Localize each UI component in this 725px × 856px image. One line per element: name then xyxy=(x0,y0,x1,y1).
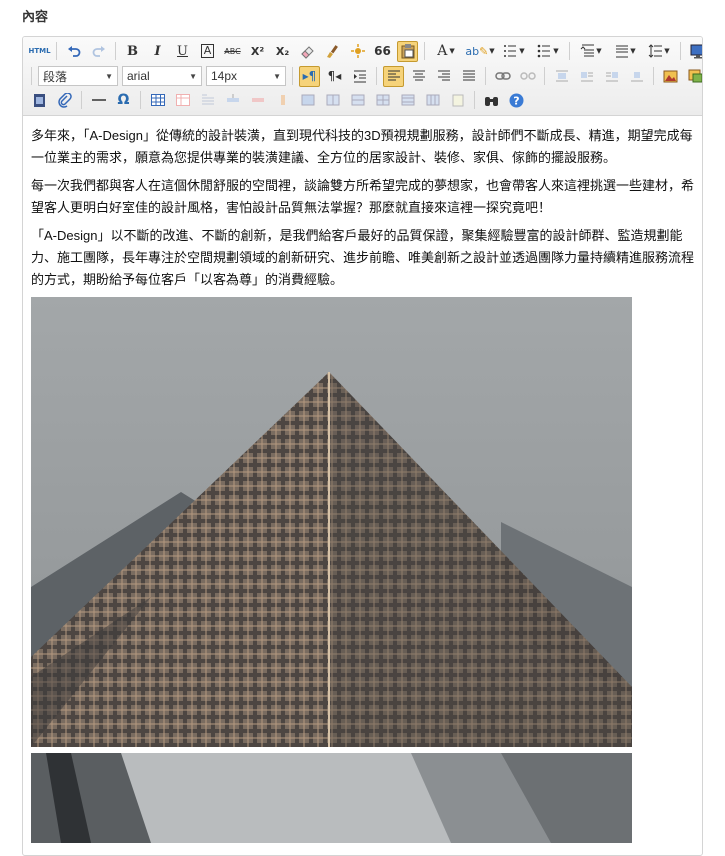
align-left-icon[interactable] xyxy=(383,65,404,87)
toolbar-separator xyxy=(376,67,377,85)
undo-icon[interactable] xyxy=(63,41,84,62)
align-center-icon[interactable] xyxy=(408,66,429,87)
toolbar-separator xyxy=(680,42,681,60)
toolbar-separator xyxy=(485,67,486,85)
paste-plain-icon[interactable] xyxy=(397,40,418,62)
help-icon[interactable]: ? xyxy=(506,90,527,111)
chevron-down-icon: ▼ xyxy=(189,71,197,81)
table-icon[interactable] xyxy=(147,90,168,111)
toolbar-separator xyxy=(424,42,425,60)
ltr-icon[interactable]: ▸¶ xyxy=(299,65,320,87)
blockquote-icon[interactable]: 66 xyxy=(372,41,393,62)
section-title: 內容 xyxy=(22,10,49,25)
video-icon[interactable] xyxy=(29,90,50,111)
building-photo-1[interactable] xyxy=(31,297,632,747)
row-spacing-top-icon[interactable]: ▼ xyxy=(576,41,606,62)
delete-row-icon[interactable] xyxy=(247,90,268,111)
bold-icon[interactable]: B xyxy=(122,41,143,62)
line-height-icon[interactable]: ▼ xyxy=(644,41,674,62)
link-icon[interactable] xyxy=(492,66,513,87)
split-cols-icon[interactable] xyxy=(422,90,443,111)
chevron-down-icon: ▼ xyxy=(273,71,281,81)
unlink-icon[interactable] xyxy=(517,66,538,87)
redo-icon[interactable] xyxy=(88,41,109,62)
editor-content[interactable]: 多年來，「A-Design」從傳統的設計裝潢，直到現代科技的3D預視規劃服務，設… xyxy=(31,125,695,843)
merge-down-icon[interactable] xyxy=(347,90,368,111)
font-border-glyph: A xyxy=(200,44,215,58)
toolbar-separator xyxy=(544,67,545,85)
toolbar-row-3: Ω ? xyxy=(29,89,527,111)
row-spacing-bottom-icon[interactable]: ▼ xyxy=(610,41,640,62)
toolbar-row-2: 段落 ▼ arial ▼ 14px ▼ ▸¶ ¶◂ xyxy=(29,65,702,87)
toolbar-separator xyxy=(474,91,475,109)
toolbar-separator xyxy=(292,67,293,85)
rich-text-editor[interactable]: HTML B I U A ABC X² X₂ 66 A ▼ ab ✎ ▼ ▼ ▼… xyxy=(22,36,703,856)
subscript-icon[interactable]: X₂ xyxy=(272,41,293,62)
insert-row-icon[interactable] xyxy=(222,90,243,111)
font-size-value: 14px xyxy=(211,69,238,83)
horizontal-rule-icon[interactable] xyxy=(88,90,109,111)
indent-icon[interactable] xyxy=(349,66,370,87)
underline-icon[interactable]: U xyxy=(172,41,193,62)
format-brush-icon[interactable] xyxy=(322,41,343,62)
superscript-icon[interactable]: X² xyxy=(247,41,268,62)
image-none-icon[interactable] xyxy=(551,66,572,87)
font-border-icon[interactable]: A xyxy=(197,41,218,62)
toolbar-separator xyxy=(569,42,570,60)
insert-col-icon[interactable] xyxy=(272,90,293,111)
table-caption-icon[interactable] xyxy=(197,90,218,111)
toolbar-separator xyxy=(653,67,654,85)
preview-icon[interactable] xyxy=(687,41,702,62)
merge-right-icon[interactable] xyxy=(322,90,343,111)
unordered-list-icon[interactable]: ▼ xyxy=(533,41,563,62)
content-paragraph-2: 每一次我們都與客人在這個休閒舒服的空間裡，談論雙方所希望完成的夢想家，也會帶客人… xyxy=(31,178,695,215)
content-paragraph-1: 多年來，「A-Design」從傳統的設計裝潢，直到現代科技的3D預視規劃服務，設… xyxy=(31,128,693,165)
toolbar-row-1: HTML B I U A ABC X² X₂ 66 A ▼ ab ✎ ▼ ▼ ▼… xyxy=(28,40,702,62)
auto-format-icon[interactable] xyxy=(347,41,368,62)
attachment-icon[interactable] xyxy=(54,90,75,111)
split-rows-icon[interactable] xyxy=(397,90,418,111)
highlight-icon[interactable]: ab ✎ ▼ xyxy=(465,41,495,62)
font-family-select[interactable]: arial ▼ xyxy=(122,66,202,86)
print-icon[interactable] xyxy=(447,90,468,111)
font-size-select[interactable]: 14px ▼ xyxy=(206,66,286,86)
chevron-down-icon: ▼ xyxy=(105,71,113,81)
paragraph-format-value: 段落 xyxy=(43,69,68,84)
building-photo-2[interactable] xyxy=(31,753,632,843)
rtl-icon[interactable]: ¶◂ xyxy=(324,66,345,87)
toolbar-separator xyxy=(115,42,116,60)
font-color-glyph: A xyxy=(437,43,448,59)
align-right-icon[interactable] xyxy=(433,66,454,87)
building-photo-1-art xyxy=(31,297,632,747)
toolbar-separator xyxy=(140,91,141,109)
ordered-list-icon[interactable]: ▼ xyxy=(499,41,529,62)
content-paragraph-3: 「A-Design」以不斷的改進、不斷的創新，是我們給客戶最好的品質保證，聚集經… xyxy=(31,228,695,287)
svg-text:?: ? xyxy=(513,94,519,107)
merge-cells-icon[interactable] xyxy=(297,90,318,111)
image-center-icon[interactable] xyxy=(626,66,647,87)
image-right-icon[interactable] xyxy=(601,66,622,87)
toolbar-separator xyxy=(81,91,82,109)
eraser-icon[interactable] xyxy=(297,41,318,62)
toolbar-separator xyxy=(56,42,57,60)
image-icon[interactable] xyxy=(660,66,681,87)
align-justify-icon[interactable] xyxy=(458,66,479,87)
split-cells-icon[interactable] xyxy=(372,90,393,111)
italic-icon[interactable]: I xyxy=(147,41,168,62)
paragraph-format-select[interactable]: 段落 ▼ xyxy=(38,66,118,86)
image-left-icon[interactable] xyxy=(576,66,597,87)
search-replace-icon[interactable] xyxy=(481,90,502,111)
building-photo-2-art xyxy=(31,753,632,843)
table-delete-icon[interactable] xyxy=(172,90,193,111)
special-char-icon[interactable]: Ω xyxy=(113,90,134,111)
strikethrough-icon[interactable]: ABC xyxy=(222,41,243,62)
font-family-value: arial xyxy=(127,69,150,83)
editor-toolbar: HTML B I U A ABC X² X₂ 66 A ▼ ab ✎ ▼ ▼ ▼… xyxy=(23,37,702,116)
html-icon[interactable]: HTML xyxy=(28,41,50,62)
toolbar-separator xyxy=(31,67,32,85)
insert-image-icon[interactable] xyxy=(685,66,702,87)
font-color-icon[interactable]: A ▼ xyxy=(431,41,461,62)
